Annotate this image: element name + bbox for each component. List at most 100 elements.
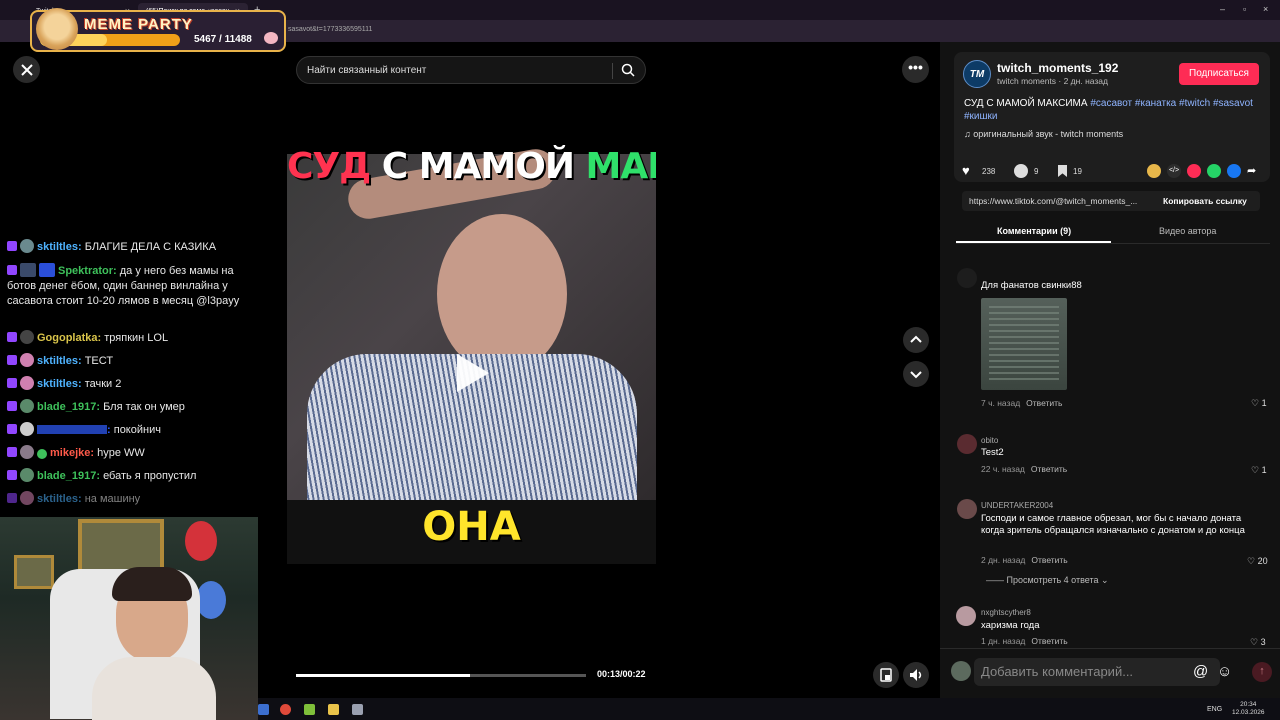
chat-username[interactable]: mikejke <box>50 447 90 459</box>
next-video-button[interactable] <box>903 361 929 387</box>
heart-icon: ♥ <box>962 163 970 178</box>
files-icon[interactable] <box>328 704 339 715</box>
chat-username[interactable]: sktiltles <box>37 355 78 367</box>
comment-like[interactable]: ♡ 20 <box>1247 556 1268 567</box>
streamer-body <box>92 657 216 720</box>
hashtag[interactable]: #сасавот <box>1090 98 1132 109</box>
app-icon[interactable] <box>304 704 315 715</box>
commenter-avatar[interactable] <box>957 499 977 519</box>
url-text[interactable]: sasavot&t=1773336595111 <box>288 26 372 33</box>
hashtag[interactable]: #кишки <box>964 111 998 122</box>
whatsapp-icon[interactable] <box>1207 164 1221 178</box>
chat-username[interactable]: Gogoplatka <box>37 332 98 344</box>
view-replies-button[interactable]: —— Просмотреть 4 ответа ⌄ <box>986 575 1109 586</box>
sound-link[interactable]: ♫ оригинальный звук - twitch moments <box>964 129 1123 139</box>
comment-like[interactable]: ♡ 1 <box>1251 465 1267 476</box>
reply-button[interactable]: Ответить <box>1026 398 1062 408</box>
comment-like[interactable]: ♡ 1 <box>1251 398 1267 409</box>
explorer-icon[interactable] <box>258 704 269 715</box>
facebook-icon[interactable] <box>1227 164 1241 178</box>
sub-badge-icon <box>7 424 17 434</box>
send-comment-button[interactable]: ↑ <box>1252 662 1272 682</box>
close-button[interactable] <box>13 56 40 83</box>
commenter-avatar[interactable] <box>957 434 977 454</box>
chat-username[interactable] <box>37 425 107 434</box>
commenter-avatar[interactable] <box>957 268 977 288</box>
close-window-icon[interactable]: × <box>1263 4 1268 14</box>
app-icon[interactable] <box>352 704 363 715</box>
chat-text: БЛАГИЕ ДЕЛА С КАЗИКА <box>84 241 217 253</box>
chat-username[interactable]: sktiltles <box>37 378 78 390</box>
video-headline: СУД С МАМОЙ МАКСИМА <box>287 146 656 187</box>
headline-green: МАКСИМА <box>585 146 656 187</box>
minimize-icon[interactable]: – <box>1220 4 1225 14</box>
author-name[interactable]: twitch_moments_192 <box>997 61 1118 75</box>
search-placeholder: Найти связанный контент <box>307 65 427 76</box>
copy-link-button[interactable]: Копировать ссылку <box>1163 196 1247 206</box>
share-link[interactable]: https://www.tiktok.com/@twitch_moments_.… <box>969 196 1154 206</box>
comment-image[interactable] <box>981 298 1067 390</box>
video-player[interactable]: СУД С МАМОЙ МАКСИМА ОНА <box>287 86 656 698</box>
pip-button[interactable] <box>873 662 899 688</box>
share-arrow-icon[interactable]: ➦ <box>1247 164 1261 178</box>
tab-comments[interactable]: Комментарии (9) <box>997 226 1071 236</box>
search-icon[interactable] <box>621 63 635 77</box>
doge-icon <box>36 8 78 50</box>
coin-icon[interactable] <box>1147 164 1161 178</box>
keyboard-language[interactable]: ENG <box>1207 706 1222 713</box>
balloon <box>196 581 226 619</box>
comment-text: Для фанатов свинки88 <box>981 280 1082 291</box>
tab-author-videos[interactable]: Видео автора <box>1159 226 1216 236</box>
hashtag[interactable]: #twitch <box>1179 98 1210 109</box>
volume-icon <box>910 669 922 681</box>
save-button[interactable]: 19 <box>1058 164 1082 178</box>
hashtag[interactable]: #sasavot <box>1213 98 1253 109</box>
chat-message: Spektrator: да у него без мамы на ботов … <box>7 263 240 307</box>
commenter-name[interactable]: nxghtscyther8 <box>981 608 1031 617</box>
embed-icon[interactable]: </> <box>1167 164 1181 178</box>
windows-taskbar <box>258 698 1280 720</box>
related-search-input[interactable]: Найти связанный контент <box>296 56 646 84</box>
commenter-avatar[interactable] <box>956 606 976 626</box>
pip-icon <box>880 668 892 682</box>
chat-text: тачки 2 <box>84 378 122 390</box>
more-options-button[interactable]: ••• <box>902 56 929 83</box>
send-icon[interactable] <box>1187 164 1201 178</box>
chat-username[interactable]: blade_1917 <box>37 401 96 413</box>
headline-white: С МАМОЙ <box>381 146 575 187</box>
hashtag[interactable]: #канатка <box>1135 98 1176 109</box>
browser-icon[interactable] <box>280 704 291 715</box>
pig-icon <box>264 32 278 44</box>
comment-button[interactable]: 9 <box>1014 164 1038 178</box>
sub-badge-icon <box>7 447 17 457</box>
chat-username[interactable]: sktiltles <box>37 241 78 253</box>
like-button[interactable]: ♥ 238 <box>962 164 995 178</box>
video-progress-bar[interactable] <box>296 674 586 677</box>
chat-username[interactable]: Spektrator <box>58 265 113 277</box>
clock[interactable]: 20:34 12.03.2026 <box>1232 701 1265 717</box>
comment-time: 1 дн. назад <box>981 636 1026 646</box>
reply-button[interactable]: Ответить <box>1031 636 1067 646</box>
play-icon[interactable] <box>457 354 489 392</box>
comment-like[interactable]: ♡ 3 <box>1250 637 1266 646</box>
commenter-name[interactable]: UNDERTAKER2004 <box>981 501 1053 510</box>
divider <box>956 243 1270 244</box>
sub-badge-icon <box>7 265 17 275</box>
reply-button[interactable]: Ответить <box>1031 464 1067 474</box>
follow-button[interactable]: Подписаться <box>1179 63 1259 85</box>
commenter-name[interactable]: obito <box>981 436 998 445</box>
maximize-icon[interactable]: ▫ <box>1243 4 1246 14</box>
mention-icon[interactable]: @ <box>1193 663 1208 680</box>
chat-text: тряпкин LOL <box>104 332 169 344</box>
previous-video-button[interactable] <box>903 327 929 353</box>
like-count: 238 <box>982 166 996 176</box>
chat-username[interactable]: blade_1917 <box>37 470 96 482</box>
chat-username[interactable]: sktiltles <box>37 493 78 505</box>
reply-button[interactable]: Ответить <box>1031 555 1067 565</box>
comment-time: 22 ч. назад <box>981 464 1025 474</box>
emoji-icon[interactable]: ☺ <box>1217 663 1232 680</box>
author-avatar[interactable]: TM <box>963 60 991 88</box>
volume-button[interactable] <box>903 662 929 688</box>
balloon <box>185 521 217 561</box>
user-avatar <box>951 661 971 681</box>
